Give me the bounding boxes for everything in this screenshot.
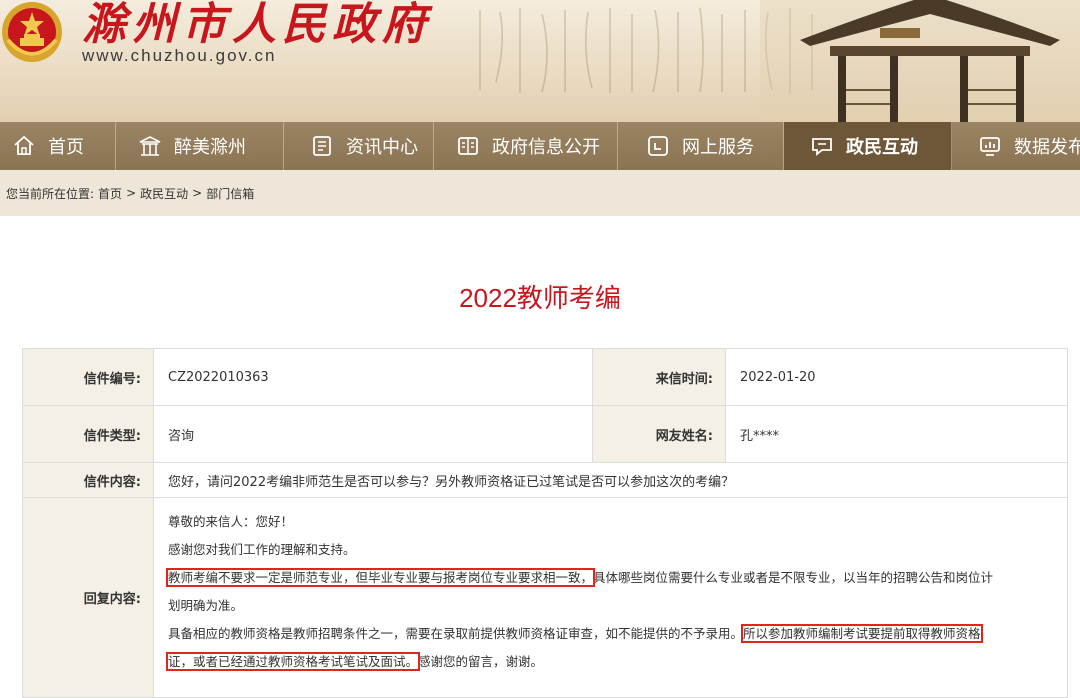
window-icon <box>648 136 668 156</box>
breadcrumb-prefix: 您当前所在位置: <box>6 186 95 201</box>
site-url[interactable]: www.chuzhou.gov.cn <box>82 46 276 66</box>
nav-label: 资讯中心 <box>346 137 418 158</box>
reply-text: 具备相应的教师资格是教师招聘条件之一，需要在录取前提供教师资格证审查，如不能提供… <box>168 626 744 641</box>
reply-content-label: 回复内容: <box>22 497 154 698</box>
reply-paragraph-1: 教师考编不要求一定是师范专业，但毕业专业要与报考岗位专业要求相一致，具体哪些岗位… <box>165 564 1053 592</box>
letter-content-label: 信件内容: <box>22 462 154 498</box>
letter-type-value: 咨询 <box>153 405 593 463</box>
table-row: 回复内容: 尊敬的来信人：您好！ 感谢您对我们工作的理解和支持。 教师考编不要求… <box>22 497 1068 698</box>
home-icon <box>14 135 34 155</box>
reply-paragraph-2-cont: 证，或者已经通过教师资格考试笔试及面试。感谢您的留言，谢谢。 <box>165 648 1053 676</box>
table-row: 信件内容: 您好，请问2022考编非师范生是否可以参与？另外教师资格证已过笔试是… <box>22 462 1068 498</box>
nav-item-interaction[interactable]: 政民互动 <box>784 122 952 170</box>
reply-paragraph-2: 具备相应的教师资格是教师招聘条件之一，需要在录取前提供教师资格证审查，如不能提供… <box>168 620 1053 648</box>
highlight-box: 教师考编不要求一定是师范专业，但毕业专业要与报考岗位专业要求相一致， <box>165 568 596 587</box>
sender-name-value: 孔**** <box>725 405 1068 463</box>
nav-label: 政民互动 <box>846 137 918 158</box>
reply-thanks: 感谢您对我们工作的理解和支持。 <box>168 542 356 557</box>
page-title: 2022教师考编 <box>459 283 621 313</box>
nav-item-scenic[interactable]: 醉美滁州 <box>116 122 284 170</box>
chart-icon <box>980 137 1000 156</box>
highlight-box: 所以参加教师编制考试要提前取得教师资格 <box>741 624 983 643</box>
reply-text: 具体哪些岗位需要什么专业或者是不限专业，以当年的招聘公告和岗位计 <box>593 570 994 585</box>
reply-text: 划明确为准。 <box>168 598 244 613</box>
reply-content: 尊敬的来信人：您好！ 感谢您对我们工作的理解和支持。 教师考编不要求一定是师范专… <box>153 497 1068 698</box>
pavilion-icon <box>139 136 161 156</box>
document-icon <box>313 136 331 156</box>
breadcrumb-separator: > <box>126 186 137 200</box>
breadcrumb-item-home[interactable]: 首页 <box>98 185 122 202</box>
letter-time-value: 2022-01-20 <box>725 348 1068 406</box>
table-row: 信件编号: CZ2022010363 来信时间: 2022-01-20 <box>22 348 1068 406</box>
nav-label: 政府信息公开 <box>492 137 600 158</box>
nav-label: 首页 <box>48 137 84 158</box>
breadcrumb: 您当前所在位置: 首页 > 政民互动 > 部门信箱 <box>0 170 1080 216</box>
letter-type-label: 信件类型: <box>22 405 154 463</box>
nav-label: 数据发布 <box>1014 137 1080 158</box>
nav-item-gov-info[interactable]: 政府信息公开 <box>434 122 618 170</box>
table-row: 信件类型: 咨询 网友姓名: 孔**** <box>22 405 1068 463</box>
breadcrumb-item-interaction[interactable]: 政民互动 <box>140 185 188 202</box>
sender-name-label: 网友姓名: <box>592 405 726 463</box>
highlight-box: 证，或者已经通过教师资格考试笔试及面试。 <box>165 652 421 671</box>
letter-content-value: 您好，请问2022考编非师范生是否可以参与？另外教师资格证已过笔试是否可以参加这… <box>153 462 1068 498</box>
letter-detail-table: 信件编号: CZ2022010363 来信时间: 2022-01-20 信件类型… <box>22 348 1068 698</box>
chat-icon <box>812 138 832 156</box>
nav-label: 网上服务 <box>682 137 754 158</box>
letter-number-value: CZ2022010363 <box>153 348 593 406</box>
letter-number-label: 信件编号: <box>22 348 154 406</box>
main-nav: 首页 醉美滁州 资讯中心 政府信息公开 网上服务 政民互动 数据发布 <box>0 122 1080 170</box>
nav-item-news[interactable]: 资讯中心 <box>284 122 434 170</box>
reply-text: 感谢您的留言，谢谢。 <box>418 654 544 669</box>
breadcrumb-separator: > <box>192 186 203 200</box>
breadcrumb-item-mailbox[interactable]: 部门信箱 <box>206 185 254 202</box>
nav-item-online-service[interactable]: 网上服务 <box>618 122 784 170</box>
nav-item-data-release[interactable]: 数据发布 <box>952 122 1080 170</box>
book-icon <box>458 137 478 155</box>
pavilion-illustration <box>760 0 1080 122</box>
site-title[interactable]: 滁州市人民政府 <box>82 0 432 50</box>
site-banner: 滁州市人民政府 www.chuzhou.gov.cn <box>0 0 1080 122</box>
letter-time-label: 来信时间: <box>592 348 726 406</box>
nav-label: 醉美滁州 <box>174 137 246 158</box>
nav-item-home[interactable]: 首页 <box>0 122 116 170</box>
national-emblem-icon <box>2 2 62 62</box>
reply-greeting: 尊敬的来信人：您好！ <box>168 514 294 529</box>
